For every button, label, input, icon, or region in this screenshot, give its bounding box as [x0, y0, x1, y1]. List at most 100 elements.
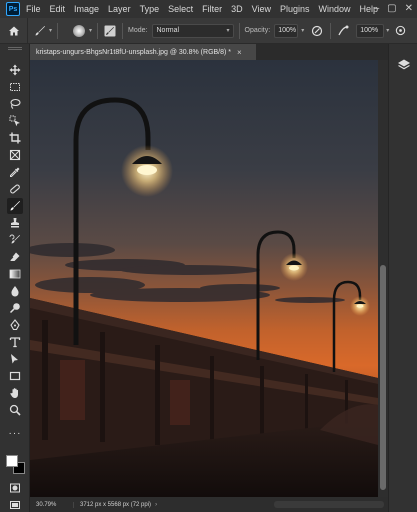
zoom-tool[interactable] [7, 402, 23, 418]
menu-filter[interactable]: Filter [202, 4, 222, 14]
vertical-scrollbar[interactable] [378, 60, 388, 497]
brush-size-preview[interactable] [73, 24, 86, 37]
chevron-down-icon[interactable]: ▾ [301, 27, 304, 34]
panel-dock [388, 44, 417, 512]
stamp-icon [11, 218, 19, 228]
screen-mode-icon [10, 501, 20, 509]
healing-brush-tool[interactable] [7, 181, 23, 197]
dodge-tool[interactable] [7, 300, 23, 316]
divider [238, 22, 240, 39]
marquee-icon [10, 83, 20, 91]
menu-file[interactable]: File [26, 4, 41, 14]
menu-layer[interactable]: Layer [108, 4, 131, 14]
pressure-size-button[interactable] [393, 24, 407, 38]
chevron-down-icon: ▾ [226, 27, 230, 34]
menu-plugins[interactable]: Plugins [280, 4, 310, 14]
hand-icon [10, 388, 18, 398]
scrollbar-thumb[interactable] [380, 265, 386, 490]
frame-icon [9, 149, 21, 161]
opacity-input[interactable]: 100% [274, 23, 299, 38]
menu-select[interactable]: Select [168, 4, 193, 14]
blur-tool[interactable] [7, 283, 23, 299]
options-bar: ▾ ▾ Mode: Normal ▾ Opacity: 100% ▾ 100% … [0, 17, 417, 44]
menu-view[interactable]: View [252, 4, 271, 14]
status-menu-arrow[interactable]: › [155, 502, 157, 508]
clone-stamp-tool[interactable] [7, 215, 23, 231]
eraser-tool[interactable] [7, 249, 23, 265]
document-tab[interactable]: kristaps-ungurs-BhgsNr1t8fU-unsplash.jpg… [30, 44, 256, 60]
window-controls: – ▢ ✕ [374, 3, 413, 14]
rectangle-tool[interactable] [7, 368, 23, 384]
menu-type[interactable]: Type [140, 4, 160, 14]
hand-tool[interactable] [7, 385, 23, 401]
gradient-tool[interactable] [7, 266, 23, 282]
type-tool[interactable] [7, 334, 23, 350]
document-dimensions: 3712 px x 5568 px (72 ppi) [80, 501, 152, 508]
blur-icon [11, 286, 19, 297]
screen-mode-button[interactable] [7, 497, 23, 512]
crop-icon [9, 132, 21, 144]
path-select-icon [11, 354, 18, 364]
history-brush-icon [9, 234, 20, 244]
brush-settings-icon [104, 25, 116, 36]
layers-panel-button[interactable] [395, 56, 413, 74]
menu-3d[interactable]: 3D [231, 4, 243, 14]
zoom-level[interactable]: 30.79% [30, 501, 74, 508]
chevron-down-icon[interactable]: ▾ [386, 27, 389, 34]
move-tool[interactable] [7, 62, 23, 78]
minimize-button[interactable]: – [374, 3, 380, 14]
document-canvas[interactable] [30, 60, 378, 497]
horizontal-scrollbar[interactable] [274, 501, 384, 508]
lasso-icon [10, 98, 21, 109]
zoom-select[interactable]: 100% [356, 23, 385, 38]
home-icon [8, 26, 19, 35]
zoom-icon [9, 404, 21, 416]
blend-mode-select[interactable]: Normal ▾ [151, 23, 234, 38]
marquee-tool[interactable] [7, 79, 23, 95]
flow-button[interactable] [336, 24, 350, 38]
flow-icon [338, 25, 349, 35]
frame-tool[interactable] [7, 147, 23, 163]
pressure-opacity-button[interactable] [309, 23, 325, 39]
document-title: kristaps-ungurs-BhgsNr1t8fU-unsplash.jpg… [36, 48, 232, 56]
zoom-value: 100% [360, 27, 379, 34]
history-brush-tool[interactable] [7, 232, 23, 248]
eyedropper-tool[interactable] [7, 164, 23, 180]
brush-icon [10, 201, 20, 211]
path-selection-tool[interactable] [7, 351, 23, 367]
menu-edit[interactable]: Edit [50, 4, 66, 14]
home-button[interactable] [0, 17, 28, 44]
quick-mask-button[interactable] [7, 480, 23, 496]
close-window-button[interactable]: ✕ [405, 3, 413, 14]
mode-label: Mode: [128, 27, 148, 34]
object-selection-tool[interactable] [7, 113, 23, 129]
gradient-icon [9, 269, 21, 279]
status-bar: 30.79% 3712 px x 5568 px (72 ppi) › [30, 497, 388, 512]
menu-image[interactable]: Image [74, 4, 99, 14]
move-icon [9, 64, 21, 76]
divider [122, 22, 124, 39]
brush-tool[interactable] [7, 198, 23, 214]
divider [97, 22, 99, 39]
lasso-tool[interactable] [7, 96, 23, 112]
toolbar-grip[interactable] [8, 47, 22, 50]
document-tab-bar: kristaps-ungurs-BhgsNr1t8fU-unsplash.jpg… [30, 44, 388, 60]
brush-settings-button[interactable] [103, 24, 117, 38]
tool-preset-picker[interactable]: ▾ [34, 25, 52, 37]
edit-toolbar-button[interactable]: ··· [7, 425, 23, 441]
divider [57, 22, 59, 39]
pen-tool[interactable] [7, 317, 23, 333]
maximize-button[interactable]: ▢ [387, 3, 396, 14]
crop-tool[interactable] [7, 130, 23, 146]
eyedropper-icon [10, 167, 20, 177]
opacity-value: 100% [278, 27, 297, 34]
photo-image [30, 60, 378, 497]
pressure-size-icon [395, 25, 405, 36]
menu-window[interactable]: Window [319, 4, 351, 14]
pen-icon [10, 319, 20, 331]
layers-icon [398, 59, 410, 70]
close-tab-icon[interactable]: × [237, 48, 242, 57]
blend-mode-value: Normal [156, 27, 180, 34]
type-icon [9, 337, 21, 348]
foreground-color-swatch[interactable] [6, 455, 18, 467]
